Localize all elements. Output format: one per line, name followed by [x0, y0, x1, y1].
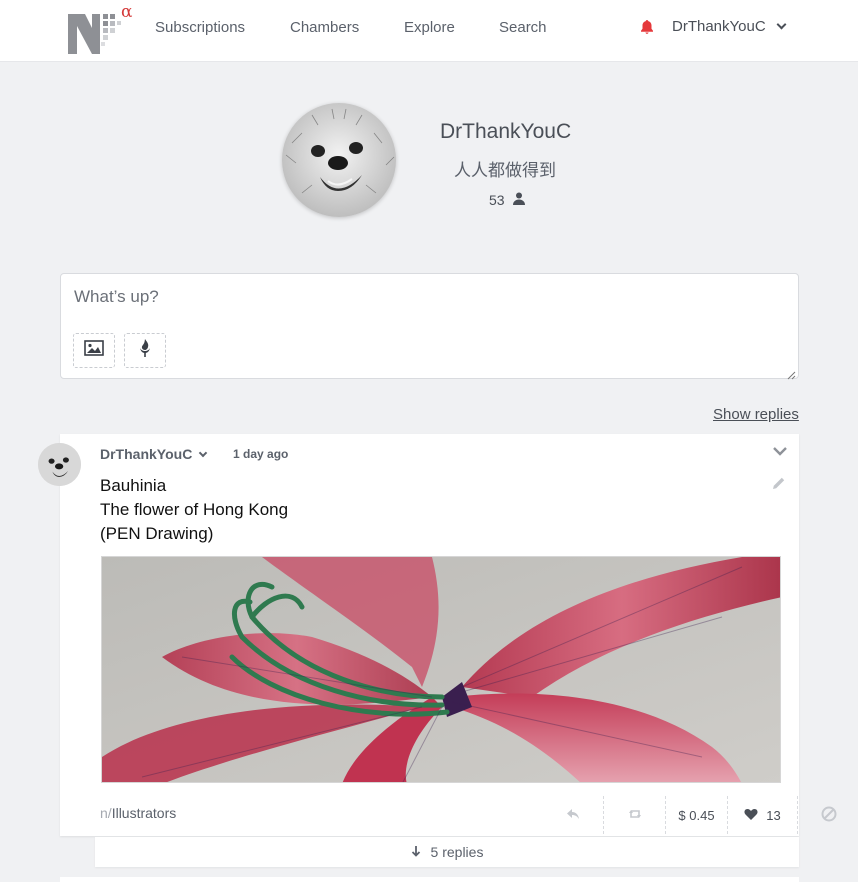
post-actions: $ 0.45 13	[543, 796, 858, 834]
post-composer	[60, 273, 799, 380]
post-author-menu[interactable]: DrThankYouC	[100, 446, 208, 462]
username-label: DrThankYouC	[672, 18, 766, 35]
nav-chambers[interactable]: Chambers	[290, 19, 359, 36]
bell-icon[interactable]	[640, 19, 654, 35]
user-icon	[512, 192, 525, 208]
add-image-button[interactable]	[73, 333, 115, 368]
profile-name: DrThankYouC	[440, 120, 572, 143]
chevron-down-icon	[199, 448, 208, 457]
chamber-prefix: n/	[100, 805, 112, 821]
repost-button[interactable]	[603, 796, 665, 834]
profile-avatar[interactable]	[282, 103, 396, 217]
heart-icon	[744, 808, 758, 823]
block-button[interactable]	[797, 796, 858, 834]
post-author-avatar[interactable]	[38, 443, 81, 486]
post-image[interactable]	[101, 556, 781, 783]
site-logo[interactable]: α	[66, 2, 138, 56]
nav-subscriptions[interactable]: Subscriptions	[155, 19, 245, 36]
next-post-card	[60, 877, 799, 882]
block-icon	[821, 806, 837, 825]
replies-count: 5 replies	[430, 844, 484, 860]
top-navbar: α Subscriptions Chambers Explore Search …	[0, 0, 858, 62]
reply-button[interactable]	[543, 796, 603, 834]
chevron-down-icon	[776, 19, 787, 30]
nav-search[interactable]: Search	[499, 19, 547, 36]
chamber-name: Illustrators	[111, 805, 177, 821]
svg-text:α: α	[121, 4, 133, 22]
reply-icon	[566, 808, 580, 823]
post-text-line: (PEN Drawing)	[100, 524, 214, 543]
resize-handle-icon[interactable]	[787, 367, 796, 380]
post-timestamp: 1 day ago	[233, 447, 289, 461]
tip-value[interactable]: $ 0.45	[665, 796, 727, 834]
like-count: 13	[766, 807, 781, 823]
post-author-name: DrThankYouC	[100, 446, 193, 462]
show-replies-link[interactable]: Show replies	[713, 406, 799, 423]
pencil-icon[interactable]	[772, 476, 786, 490]
post-options-chevron-icon[interactable]	[773, 443, 787, 457]
profile-motto: 人人都做得到	[454, 161, 556, 180]
followers-count[interactable]: 53	[489, 192, 525, 208]
view-replies-button[interactable]: 5 replies	[95, 837, 799, 867]
image-icon	[84, 340, 104, 361]
chamber-link[interactable]: n/Illustrators	[100, 805, 176, 821]
nav-explore[interactable]: Explore	[404, 19, 455, 36]
tip-amount: $ 0.45	[678, 807, 715, 823]
post-card: DrThankYouC 1 day ago Bauhinia The flowe…	[60, 434, 836, 836]
arrow-down-icon	[411, 844, 421, 860]
composer-input[interactable]	[74, 287, 774, 307]
like-button[interactable]: 13	[727, 796, 797, 834]
torch-icon	[138, 338, 152, 363]
post-text-line: The flower of Hong Kong	[100, 500, 289, 519]
ignite-button[interactable]	[124, 333, 166, 368]
followers-number: 53	[489, 192, 505, 208]
repost-icon	[628, 808, 642, 823]
user-menu[interactable]: DrThankYouC	[672, 18, 787, 35]
post-text-line: Bauhinia	[100, 476, 167, 495]
